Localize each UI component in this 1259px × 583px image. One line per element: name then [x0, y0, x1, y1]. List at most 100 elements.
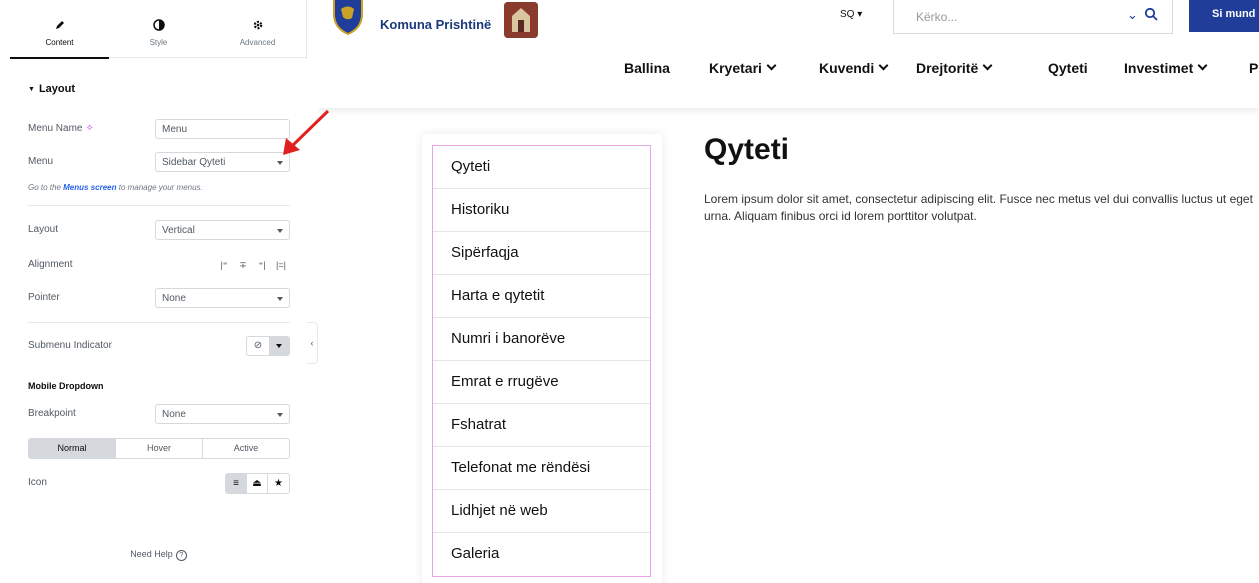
- language-selector[interactable]: SQ ▾: [840, 9, 862, 20]
- star-icon[interactable]: ★: [268, 474, 289, 493]
- menu-row: Menu Sidebar Qyteti: [28, 152, 290, 172]
- alignment-row: Alignment |⁼ ∓ ⁼| |=|: [28, 255, 290, 275]
- chevron-down-icon: [1197, 60, 1208, 71]
- panel-body: ▼ Layout Menu Name ✧ Menu Menu Sidebar Qyt…: [10, 59, 307, 583]
- annotation-arrow-icon: [283, 109, 330, 155]
- state-tabs: Normal Hover Active: [28, 438, 290, 459]
- city-seal-icon: [504, 2, 538, 38]
- chevron-down-icon: [766, 60, 777, 71]
- icon-label: Icon: [28, 477, 47, 488]
- menu-select[interactable]: Sidebar Qyteti: [155, 152, 290, 172]
- caret-down-icon: ▼: [28, 86, 35, 93]
- state-tab-normal[interactable]: Normal: [29, 439, 116, 458]
- sidebar-item-telefonat[interactable]: Telefonat me rëndësi: [433, 447, 650, 490]
- kosovo-crest-icon: [333, 0, 363, 36]
- sidebar-item-banoreve[interactable]: Numri i banorëve: [433, 318, 650, 361]
- nav-icon[interactable]: ⏏: [247, 474, 268, 493]
- panel-collapse-handle[interactable]: ‹: [307, 322, 318, 364]
- alignment-label: Alignment: [28, 259, 73, 270]
- none-icon[interactable]: ⊘: [247, 337, 269, 355]
- nav-item-drejtorite[interactable]: Drejtoritë: [916, 60, 993, 76]
- sidebar-item-qyteti[interactable]: Qyteti: [433, 146, 650, 189]
- breakpoint-select[interactable]: None: [155, 404, 290, 424]
- cta-button[interactable]: Si mund: [1189, 0, 1259, 32]
- menu-name-row: Menu Name ✧ Menu: [28, 119, 290, 139]
- contrast-icon: [109, 18, 208, 32]
- gear-icon: [208, 18, 307, 32]
- search-box: ⌄: [893, 0, 1173, 34]
- search-input[interactable]: [916, 2, 1116, 32]
- pointer-label: Pointer: [28, 292, 60, 303]
- page-title: Qyteti: [704, 133, 790, 166]
- pointer-row: Pointer None: [28, 288, 290, 308]
- tab-advanced-label: Advanced: [239, 38, 276, 47]
- panel-tabs: Content Style Advanced: [10, 0, 307, 59]
- chevron-down-icon: [277, 413, 283, 417]
- nav-item-kuvendi[interactable]: Kuvendi: [819, 60, 889, 76]
- align-start-icon[interactable]: |⁼: [215, 255, 233, 275]
- divider: [28, 322, 290, 323]
- need-help-link[interactable]: Need Help?: [10, 549, 307, 561]
- site-preview: Komuna Prishtinë SQ ▾ ⌄ Si mund Ballina …: [318, 0, 1259, 583]
- sidebar-item-rrugeve[interactable]: Emrat e rrugëve: [433, 361, 650, 404]
- icon-row: Icon ≡ ⏏ ★: [28, 473, 290, 494]
- divider: [28, 205, 290, 206]
- tab-style-label: Style: [149, 38, 168, 47]
- chevron-down-icon: [277, 297, 283, 301]
- site-header: Komuna Prishtinë SQ ▾ ⌄ Si mund Ballina …: [318, 0, 1259, 108]
- chevron-down-icon: [878, 60, 889, 71]
- sidebar-menu: Qyteti Historiku Sipërfaqja Harta e qyte…: [432, 145, 651, 577]
- chevron-down-icon: [277, 229, 283, 233]
- nav-item-ballina[interactable]: Ballina: [624, 60, 670, 76]
- align-justify-icon[interactable]: |=|: [272, 255, 290, 275]
- tab-style[interactable]: Style: [109, 0, 208, 58]
- align-center-icon[interactable]: ∓: [234, 255, 252, 275]
- alignment-choices: |⁼ ∓ ⁼| |=|: [215, 255, 290, 275]
- menus-screen-link[interactable]: Menus screen: [63, 183, 116, 192]
- pointer-select[interactable]: None: [155, 288, 290, 308]
- editor-panel: Content Style Advanced ▼ Layout Menu Name…: [10, 0, 307, 583]
- breakpoint-row: Breakpoint None: [28, 404, 290, 424]
- submenu-indicator-label: Submenu Indicator: [28, 340, 112, 351]
- menu-label: Menu: [28, 156, 54, 167]
- icon-choices: ≡ ⏏ ★: [225, 473, 290, 494]
- nav-item-p[interactable]: P: [1249, 60, 1258, 76]
- menu-name-input[interactable]: Menu: [155, 119, 290, 139]
- sidebar-item-siperfaqja[interactable]: Sipërfaqja: [433, 232, 650, 275]
- state-tab-active[interactable]: Active: [203, 439, 289, 458]
- chevron-down-icon[interactable]: [269, 337, 289, 355]
- nav-item-kryetari[interactable]: Kryetari: [709, 60, 777, 76]
- hamburger-icon[interactable]: ≡: [226, 474, 247, 493]
- sidebar-item-galeria[interactable]: Galeria: [433, 533, 650, 576]
- section-toggle-layout[interactable]: ▼ Layout: [28, 83, 75, 95]
- sidebar-item-fshatrat[interactable]: Fshatrat: [433, 404, 650, 447]
- menu-name-label: Menu Name ✧: [28, 123, 94, 134]
- sidebar-item-historiku[interactable]: Historiku: [433, 189, 650, 232]
- layout-row: Layout Vertical: [28, 220, 290, 240]
- tab-advanced[interactable]: Advanced: [208, 0, 307, 58]
- pencil-icon: [10, 18, 109, 32]
- search-icon[interactable]: [1144, 7, 1158, 21]
- chevron-down-icon: [982, 60, 993, 71]
- chevron-down-icon: [277, 161, 283, 165]
- ai-sparkle-icon[interactable]: ✧: [85, 123, 93, 134]
- nav-item-investimet[interactable]: Investimet: [1124, 60, 1208, 76]
- main-nav: Ballina Kryetari Kuvendi Drejtoritë Qyte…: [318, 60, 1259, 82]
- mobile-dropdown-heading: Mobile Dropdown: [28, 381, 104, 391]
- menus-hint: Go to the Menus screen to manage your me…: [28, 183, 203, 192]
- tab-content[interactable]: Content: [10, 0, 109, 59]
- nav-item-qyteti[interactable]: Qyteti: [1048, 60, 1088, 76]
- brand-name[interactable]: Komuna Prishtinë: [380, 17, 491, 32]
- align-end-icon[interactable]: ⁼|: [253, 255, 271, 275]
- chevron-down-icon[interactable]: ⌄: [1127, 7, 1138, 23]
- state-tab-hover[interactable]: Hover: [116, 439, 203, 458]
- submenu-indicator-picker[interactable]: ⊘: [246, 336, 290, 356]
- sidebar-item-lidhjet[interactable]: Lidhjet në web: [433, 490, 650, 533]
- submenu-indicator-row: Submenu Indicator ⊘: [28, 336, 290, 356]
- layout-label: Layout: [28, 224, 59, 235]
- sidebar-item-harta[interactable]: Harta e qytetit: [433, 275, 650, 318]
- section-title: Layout: [38, 83, 75, 95]
- layout-select[interactable]: Vertical: [155, 220, 290, 240]
- tab-content-label: Content: [45, 38, 74, 47]
- question-icon: ?: [175, 550, 187, 561]
